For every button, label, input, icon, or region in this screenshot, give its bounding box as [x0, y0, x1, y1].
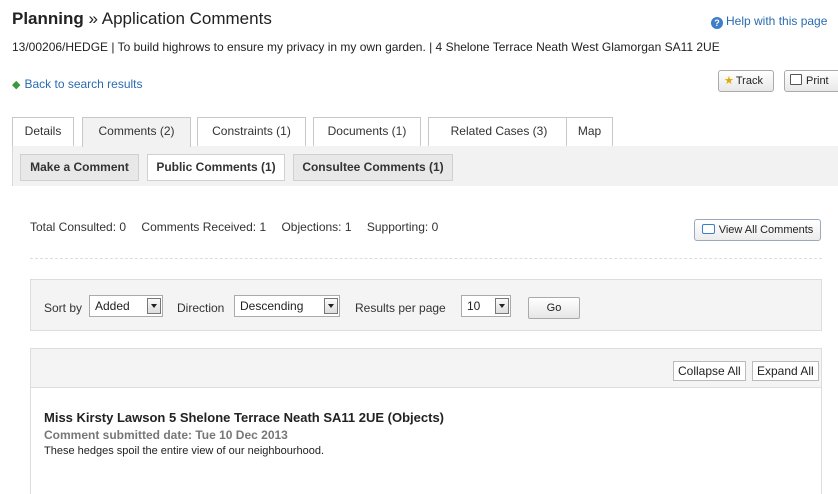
arrow-left-icon: ◆ — [12, 79, 21, 91]
subtab-public-comments[interactable]: Public Comments (1) — [147, 154, 285, 181]
sort-by-value: Added — [95, 299, 130, 313]
subtab-consultee-comments[interactable]: Consultee Comments (1) — [293, 154, 453, 181]
expand-all-button[interactable]: Expand All — [752, 361, 819, 381]
sort-by-label: Sort by — [44, 301, 83, 315]
help-link[interactable]: ? Help with this page — [711, 14, 827, 29]
go-button[interactable]: Go — [528, 297, 580, 319]
results-per-page-label: Results per page — [355, 301, 446, 315]
comment-author[interactable]: Miss Kirsty Lawson 5 Shelone Terrace Nea… — [44, 410, 444, 425]
tab-details[interactable]: Details — [12, 117, 74, 146]
comments-received: Comments Received: 1 — [141, 220, 267, 234]
back-link-label: Back to search results — [24, 77, 143, 91]
objections-count: Objections: 1 — [281, 220, 352, 234]
direction-select[interactable]: Descending — [234, 295, 340, 317]
track-label: Track — [735, 75, 763, 87]
sort-by-select[interactable]: Added — [89, 295, 163, 317]
subtab-make-comment[interactable]: Make a Comment — [20, 154, 139, 181]
supporting-count: Supporting: 0 — [366, 220, 439, 234]
back-to-results-link[interactable]: ◆ Back to search results — [12, 77, 143, 91]
title-section: Planning — [12, 9, 84, 28]
tab-documents[interactable]: Documents (1) — [313, 117, 421, 146]
results-per-page-value: 10 — [467, 299, 481, 313]
collapse-all-button[interactable]: Collapse All — [673, 361, 746, 381]
help-icon: ? — [711, 17, 723, 29]
total-consulted: Total Consulted: 0 — [30, 220, 127, 234]
tab-map[interactable]: Map — [566, 117, 613, 146]
track-button[interactable]: ★ Track — [718, 70, 774, 92]
tab-related-cases[interactable]: Related Cases (3) — [428, 117, 570, 146]
print-button[interactable]: Print — [784, 70, 838, 92]
application-description: 13/00206/HEDGE | To build highrows to en… — [12, 40, 720, 54]
divider — [30, 258, 822, 259]
help-link-label: Help with this page — [726, 14, 828, 28]
page-title: Planning » Application Comments — [12, 9, 272, 29]
comment-stats: Total Consulted: 0 Comments Received: 1 … — [30, 220, 450, 234]
view-all-label: View All Comments — [718, 224, 814, 236]
title-page: » Application Comments — [83, 9, 272, 28]
comment-date: Comment submitted date: Tue 10 Dec 2013 — [44, 428, 288, 442]
star-icon: ★ — [724, 75, 734, 87]
results-per-page-select[interactable]: 10 — [461, 295, 511, 317]
print-label: Print — [806, 75, 829, 87]
printer-icon — [790, 74, 802, 85]
dropdown-arrow-icon — [147, 298, 161, 314]
comment-icon — [701, 224, 715, 234]
comment-text: These hedges spoil the entire view of ou… — [44, 445, 325, 457]
direction-value: Descending — [240, 299, 304, 313]
view-all-comments-button[interactable]: View All Comments — [694, 219, 821, 241]
tab-comments[interactable]: Comments (2) — [82, 117, 191, 147]
tab-constraints[interactable]: Constraints (1) — [197, 117, 306, 146]
dropdown-arrow-icon — [324, 298, 338, 314]
dropdown-arrow-icon — [495, 298, 509, 314]
direction-label: Direction — [177, 301, 225, 315]
